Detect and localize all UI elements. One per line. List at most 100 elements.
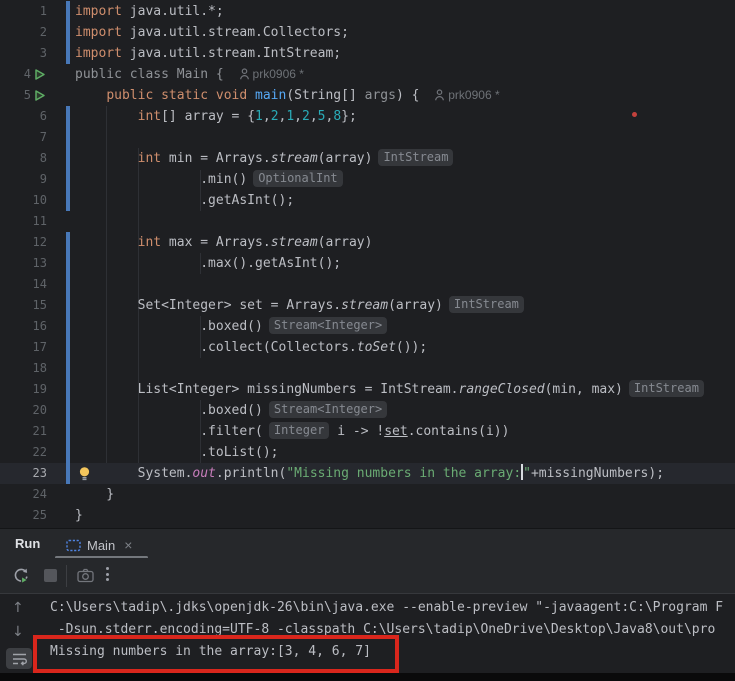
code-token: rangeClosed [458, 382, 545, 397]
close-icon[interactable]: × [124, 538, 132, 552]
inlay-hint[interactable]: Stream<Integer> [268, 317, 388, 334]
soft-wrap-icon[interactable] [6, 648, 32, 669]
code-token: .boxed() [75, 319, 263, 334]
line-number: 20 [32, 403, 47, 417]
code-line[interactable]: 3 import java.util.stream.IntStream; [0, 43, 735, 64]
vcs-change-bar [66, 232, 70, 253]
scroll-down-icon[interactable]: ↓ [12, 624, 24, 640]
code-token: toSet [356, 340, 396, 355]
code-line[interactable]: 21 .filter(Integer i -> !set.contains(i)… [0, 421, 735, 442]
run-toolbar [0, 558, 735, 594]
code-editor[interactable]: 1 import java.util.*; 2 import java.util.st… [0, 0, 735, 528]
code-line[interactable]: 19 List<Integer> missingNumbers = IntStr… [0, 379, 735, 400]
stop-icon[interactable] [44, 569, 57, 582]
run-icon[interactable] [33, 68, 46, 81]
code-token: .getAsInt(); [75, 193, 295, 208]
code-token: i -> ! [329, 424, 385, 439]
vcs-change-bar [66, 169, 70, 190]
inlay-hint[interactable]: IntStream [628, 380, 704, 397]
code-text: .getAsInt(); [75, 190, 294, 211]
code-text: .min() OptionalInt [75, 169, 343, 190]
code-token: public static void [106, 88, 256, 103]
thread-dump-icon[interactable] [77, 568, 94, 583]
line-number: 13 [32, 256, 47, 270]
code-line[interactable]: 25} [0, 505, 735, 526]
code-token: }; [341, 109, 357, 124]
code-text: List<Integer> missingNumbers = IntStream… [75, 379, 704, 400]
vcs-change-bar [66, 379, 70, 400]
code-token: (array) [388, 298, 443, 313]
code-token: .max().getAsInt(); [75, 256, 342, 271]
vcs-change-bar [66, 400, 70, 421]
line-number: 9 [39, 172, 47, 186]
code-line[interactable]: 11 [0, 211, 735, 232]
code-token: 8 [333, 109, 342, 124]
line-number: 3 [39, 46, 47, 60]
code-line[interactable]: 4 public class Main { prk0906 * [0, 64, 735, 85]
code-token: "Missing numbers in the array: [286, 466, 522, 481]
code-line[interactable]: 16 .boxed() Stream<Integer> [0, 316, 735, 337]
code-text: import java.util.stream.Collectors; [75, 22, 349, 43]
code-line[interactable]: 8 int min = Arrays.stream(array) IntStrea… [0, 148, 735, 169]
tab-main[interactable]: Main × [66, 533, 132, 557]
code-token: .collect(Collectors. [75, 340, 357, 355]
code-text: public static void main(String[] args) {… [75, 85, 499, 106]
inlay-hint[interactable]: IntStream [378, 149, 454, 166]
code-line[interactable]: 12 int max = Arrays.stream(array) [0, 232, 735, 253]
code-line[interactable]: 17 .collect(Collectors.toSet()); [0, 337, 735, 358]
line-number: 7 [39, 130, 47, 144]
code-line[interactable]: 18 [0, 358, 735, 379]
code-token: stream [270, 235, 318, 250]
code-token: (min, max) [544, 382, 623, 397]
code-token: 1 [286, 109, 295, 124]
vcs-change-bar [66, 337, 70, 358]
code-line[interactable]: 10 .getAsInt(); [0, 190, 735, 211]
code-line[interactable]: 1 import java.util.*; [0, 1, 735, 22]
code-line[interactable]: 5 public static void main(String[] args)… [0, 85, 735, 106]
vcs-change-bar [66, 295, 70, 316]
code-line[interactable]: 23 System.out.println("Missing numbers i… [0, 463, 735, 484]
code-token: import [75, 46, 122, 61]
code-token: min = Arrays. [161, 151, 271, 166]
code-token: max = Arrays. [161, 235, 271, 250]
vcs-change-bar [66, 22, 70, 43]
code-line[interactable]: 15 Set<Integer> set = Arrays.stream(arra… [0, 295, 735, 316]
run-icon[interactable] [33, 89, 46, 102]
code-line[interactable]: 7 [0, 127, 735, 148]
vcs-change-bar [66, 316, 70, 337]
inlay-hint[interactable]: OptionalInt [253, 170, 343, 187]
code-line[interactable]: 14 [0, 274, 735, 295]
code-line[interactable]: 2 import java.util.stream.Collectors; [0, 22, 735, 43]
rerun-icon[interactable] [12, 567, 30, 585]
code-line[interactable]: 24 } [0, 484, 735, 505]
code-token: prk0906 * [252, 67, 304, 81]
error-marker-dot [632, 112, 637, 117]
code-token: int [137, 109, 162, 124]
vcs-change-bar [66, 463, 70, 484]
inlay-hint[interactable]: IntStream [448, 296, 524, 313]
inlay-hint[interactable]: Integer [268, 422, 330, 439]
code-token: java.util.stream.IntStream; [121, 46, 342, 61]
line-number: 2 [39, 25, 47, 39]
console-line: C:\Users\tadip\.jdks\openjdk-26\bin\java… [50, 600, 724, 615]
inlay-hint[interactable]: Stream<Integer> [268, 401, 388, 418]
code-token: System. [75, 466, 193, 481]
toolbar-separator [66, 565, 67, 587]
line-number: 8 [39, 151, 47, 165]
vcs-change-bar [66, 274, 70, 295]
more-options-icon[interactable] [106, 567, 109, 581]
code-line[interactable]: 9 .min() OptionalInt [0, 169, 735, 190]
line-number: 15 [32, 298, 47, 312]
code-token: [] array = { [161, 109, 256, 124]
code-line[interactable]: 22 .toList(); [0, 442, 735, 463]
code-line[interactable]: 6 int[] array = {1,2,1,2,5,8}; [0, 106, 735, 127]
code-line[interactable]: 13 .max().getAsInt(); [0, 253, 735, 274]
code-lines: 1 import java.util.*; 2 import java.util.st… [0, 0, 735, 526]
code-text: .boxed() Stream<Integer> [75, 316, 388, 337]
vcs-change-bar [66, 358, 70, 379]
scroll-up-icon[interactable]: ↑ [12, 600, 24, 616]
vcs-change-bar [66, 442, 70, 463]
code-text: public class Main { prk0906 * [75, 64, 304, 85]
code-line[interactable]: 20 .boxed() Stream<Integer> [0, 400, 735, 421]
